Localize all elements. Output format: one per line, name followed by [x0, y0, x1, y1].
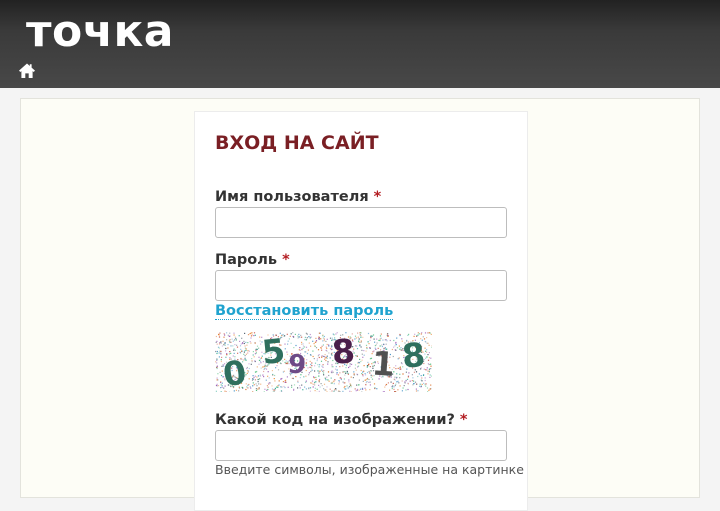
captcha-digit: 9 [286, 349, 307, 381]
required-marker: * [282, 252, 290, 268]
captcha-digit: 8 [331, 332, 357, 372]
home-icon [18, 62, 36, 80]
home-link[interactable] [18, 62, 36, 80]
captcha-digit: 1 [371, 343, 397, 384]
captcha-image: 0 5 9 8 1 8 [215, 332, 432, 392]
form-title: ВХОД НА САЙТ [215, 132, 379, 154]
site-header: точка [0, 0, 720, 88]
restore-password-link[interactable]: Восстановить пароль [215, 303, 393, 320]
password-input[interactable] [215, 270, 507, 301]
captcha-hint: Введите символы, изображенные на картинк… [215, 462, 524, 477]
username-label: Имя пользователя * [215, 189, 381, 205]
login-form: ВХОД НА САЙТ Имя пользователя * Пароль * В… [194, 111, 528, 511]
main-content: ВХОД НА САЙТ Имя пользователя * Пароль * В… [20, 98, 700, 498]
required-marker: * [374, 189, 382, 205]
captcha-question-label-text: Какой код на изображении? [215, 412, 455, 428]
required-marker: * [460, 412, 468, 428]
captcha-input[interactable] [215, 430, 507, 461]
captcha-question-label: Какой код на изображении? * [215, 412, 468, 428]
site-logo[interactable]: точка [26, 6, 174, 58]
username-label-text: Имя пользователя [215, 189, 369, 205]
captcha-digit: 5 [260, 332, 287, 372]
password-label-text: Пароль [215, 252, 277, 268]
username-input[interactable] [215, 207, 507, 238]
password-label: Пароль * [215, 252, 290, 268]
captcha-digit: 8 [400, 335, 426, 376]
